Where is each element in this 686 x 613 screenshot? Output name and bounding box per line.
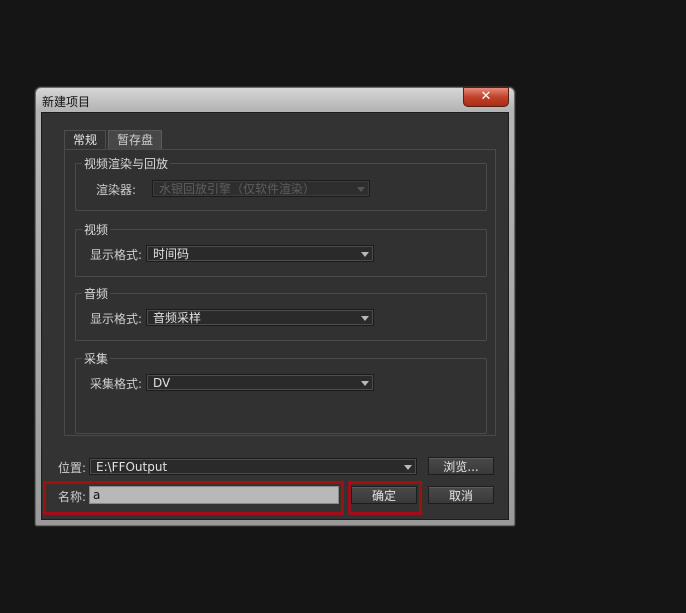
audio-display-format-value: 音频采样	[153, 311, 202, 325]
audio-display-format-label: 显示格式:	[90, 312, 143, 326]
dialog-title: 新建项目	[42, 95, 91, 109]
tab-scratch-disks[interactable]: 暂存盘	[108, 130, 163, 150]
chevron-down-icon	[357, 187, 365, 192]
location-value: E:\FFOutput	[96, 460, 168, 474]
video-group-title: 视频	[82, 221, 111, 238]
renderer-dropdown: 水银回放引擎（仅软件渲染）	[152, 180, 370, 197]
render-group-title: 视频渲染与回放	[82, 155, 171, 172]
dialog-body: 常规 暂存盘 视频渲染与回放 渲染器: 水银回放引擎（仅软件渲染） 视频 显示格…	[41, 112, 509, 520]
audio-group: 音频 显示格式: 音频采样	[75, 285, 487, 341]
chevron-down-icon	[361, 252, 369, 257]
new-project-dialog: 新建项目 ✕ 常规 暂存盘 视频渲染与回放 渲染器: 水银回放引擎（仅软件渲染）…	[35, 87, 515, 526]
chevron-down-icon	[361, 316, 369, 321]
video-group: 视频 显示格式: 时间码	[75, 221, 487, 277]
capture-group-title: 采集	[82, 350, 111, 367]
video-display-format-value: 时间码	[153, 247, 190, 261]
audio-group-title: 音频	[82, 285, 111, 302]
ok-button-highlight	[348, 481, 422, 515]
close-icon[interactable]: ✕	[463, 87, 509, 107]
capture-format-value: DV	[153, 376, 171, 390]
cancel-button[interactable]: 取消	[428, 486, 494, 504]
capture-format-label: 采集格式:	[90, 377, 143, 391]
video-display-format-dropdown[interactable]: 时间码	[146, 245, 374, 262]
render-playback-group: 视频渲染与回放 渲染器: 水银回放引擎（仅软件渲染）	[75, 155, 487, 211]
capture-format-dropdown[interactable]: DV	[146, 374, 374, 391]
chevron-down-icon	[361, 381, 369, 386]
renderer-value: 水银回放引擎（仅软件渲染）	[159, 182, 316, 196]
tab-general[interactable]: 常规	[64, 130, 107, 150]
general-tab-panel: 视频渲染与回放 渲染器: 水银回放引擎（仅软件渲染） 视频 显示格式: 时间码 …	[64, 149, 496, 436]
capture-group: 采集 采集格式: DV	[75, 350, 487, 434]
browse-button[interactable]: 浏览...	[428, 457, 494, 475]
video-display-format-label: 显示格式:	[90, 248, 143, 262]
location-dropdown[interactable]: E:\FFOutput	[89, 458, 417, 475]
chevron-down-icon	[404, 465, 412, 470]
audio-display-format-dropdown[interactable]: 音频采样	[146, 309, 374, 326]
location-label: 位置:	[58, 461, 87, 475]
renderer-label: 渲染器:	[96, 183, 137, 197]
name-field-highlight	[43, 481, 344, 515]
